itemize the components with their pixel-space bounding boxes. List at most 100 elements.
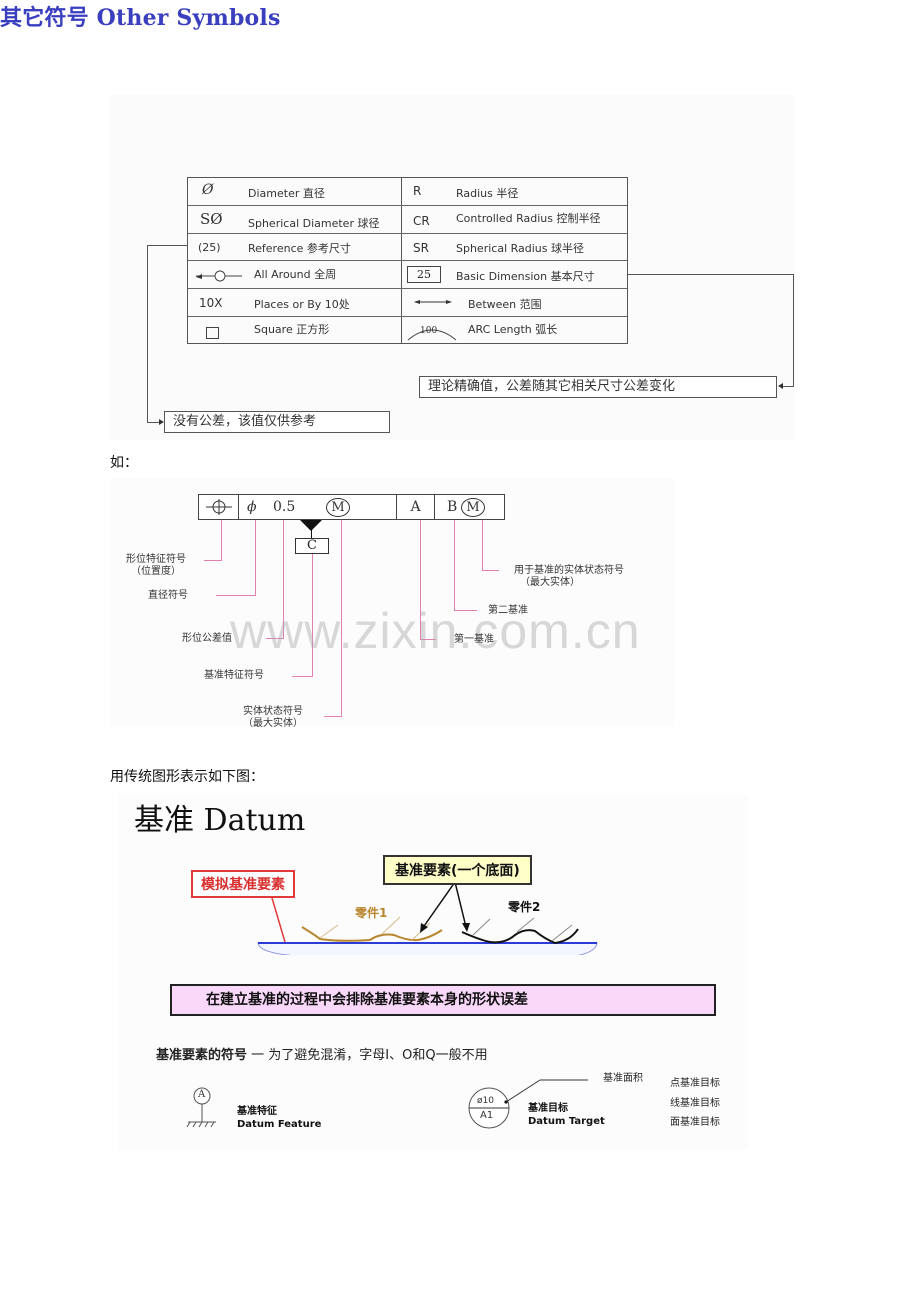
datum-leader	[311, 530, 312, 538]
diameter-symbol: Ø	[202, 182, 214, 198]
arrow-head-icon	[778, 383, 783, 389]
datum-target-label: 基准目标 Datum Target	[528, 1102, 605, 1128]
part2-profile	[461, 928, 579, 945]
watermark: www.zixin.com.cn	[230, 603, 641, 659]
label-subtext: （最大实体）	[520, 577, 580, 588]
label-en: Datum Target	[528, 1116, 605, 1127]
leader-line	[454, 520, 455, 611]
feature-arrow	[454, 881, 467, 928]
arrow-head	[420, 923, 428, 933]
spherical-radius-symbol: SR	[413, 240, 429, 255]
tolerance-value: 0.5	[273, 499, 296, 515]
symbol-label: ARC Length 弧长	[468, 323, 558, 336]
other-symbols-title: 其它符号 Other Symbols	[0, 5, 281, 31]
tolerance-cell: ϕ 0.5 M	[239, 495, 397, 519]
label-secondary-datum: 第二基准	[488, 605, 528, 616]
symbol-label: Places or By 10处	[254, 298, 350, 312]
symbol-label: Reference 参考尺寸	[248, 241, 351, 255]
connector-line	[793, 274, 794, 386]
leader-line	[221, 520, 222, 561]
datum-symbol-note: 基准要素的符号 一 为了避免混淆，字母I、O和Q一般不用	[156, 1044, 488, 1063]
table-row: SØ Spherical Diameter 球径 CR Controlled R…	[188, 206, 627, 234]
symbol-label: Basic Dimension 基本尺寸	[456, 270, 595, 284]
symbol-label: Spherical Radius 球半径	[456, 241, 585, 255]
basic-dimension-symbol: 25	[407, 266, 441, 284]
datum-banner: 在建立基准的过程中会排除基准要素本身的形状误差	[170, 984, 716, 1016]
datum-feature-box: C	[295, 538, 329, 554]
table-row: 10X Places or By 10处 Between 范围	[188, 289, 627, 317]
connector-line	[147, 245, 187, 246]
symbol-label: Square 正方形	[254, 323, 330, 336]
label-cn: 基准特征	[237, 1106, 277, 1117]
label-primary-datum: 第一基准	[454, 634, 494, 645]
datum-title: 基准 Datum	[134, 803, 306, 838]
leader-line	[216, 595, 256, 596]
table-row: All Around 全周 25 Basic Dimension 基本尺寸	[188, 261, 627, 290]
feature-arrow	[421, 881, 456, 930]
basic-dimension-note: 理论精确值，公差随其它相关尺寸公差变化	[419, 376, 777, 398]
symbol-label: Radius 半径	[456, 187, 519, 200]
label-text: 用于基准的实体状态符号	[514, 565, 624, 576]
connector-line	[782, 386, 794, 387]
symbol-label: Diameter 直径	[248, 187, 325, 200]
position-cell	[199, 495, 239, 519]
label-cn: 基准目标	[528, 1103, 568, 1114]
connector-line	[147, 245, 148, 423]
part2-label: 零件2	[508, 900, 541, 914]
datum-target-size: ø10	[477, 1096, 494, 1106]
hatch-line	[472, 918, 491, 936]
label-text: 形位特征符号	[126, 554, 186, 565]
connector-line	[628, 274, 794, 275]
spherical-diameter-symbol: SØ	[200, 209, 223, 228]
symbol-label: All Around 全周	[254, 268, 337, 282]
mmc-modifier-icon: M	[326, 498, 350, 517]
reference-symbol: (25)	[198, 240, 221, 254]
label-datum-feature: 基准特征符号	[204, 670, 264, 681]
arc-length-value: 100	[420, 326, 438, 336]
leader-line	[292, 676, 313, 677]
label-diameter: 直径符号	[148, 590, 188, 601]
simulated-datum-callout: 模拟基准要素	[191, 870, 295, 898]
target-type-area: 面基准目标	[670, 1117, 720, 1128]
leader-line	[482, 570, 499, 571]
label-subtext: （最大实体）	[243, 718, 303, 729]
datum-feature-callout: 基准要素(一个底面)	[383, 855, 532, 885]
leader-line	[482, 520, 483, 571]
target-type-line: 线基准目标	[670, 1098, 720, 1109]
symbol-label: Spherical Diameter 球径	[248, 216, 380, 230]
note-heading: 基准要素的符号	[156, 1048, 248, 1063]
table-row: Square 正方形 100 ARC Length 弧长	[188, 317, 627, 345]
datum-feature-label: 基准特征 Datum Feature	[237, 1105, 321, 1131]
leader-line	[255, 520, 256, 596]
places-symbol: 10X	[199, 296, 223, 311]
part1-label: 零件1	[355, 906, 388, 920]
symbol-label: Between 范围	[468, 298, 542, 312]
leader-line	[204, 560, 222, 561]
feature-control-frame: ϕ 0.5 M A B M	[198, 494, 505, 520]
reference-note: 没有公差，该值仅供参考	[164, 411, 390, 433]
table-row: (25) Reference 参考尺寸 SR Spherical Radius …	[188, 234, 627, 262]
diameter-symbol: ϕ	[247, 499, 257, 515]
datum-area-label: 基准面积	[603, 1073, 643, 1084]
mmc-modifier-icon: M	[461, 498, 485, 517]
symbol-label: Controlled Radius 控制半径	[456, 211, 601, 225]
datum-secondary-cell: B M	[435, 495, 504, 519]
target-type-point: 点基准目标	[670, 1078, 720, 1089]
between-arrow-icon	[414, 300, 452, 305]
leader-line	[324, 716, 342, 717]
datum-feature-letter: A	[198, 1089, 206, 1100]
label-en: Datum Feature	[237, 1119, 322, 1130]
datum-secondary: B	[447, 499, 458, 515]
label-subtext: （位置度）	[131, 566, 181, 577]
label-tolerance: 形位公差值	[182, 633, 232, 644]
label-text: 实体状态符号	[243, 706, 303, 717]
label-material: 实体状态符号 （最大实体）	[228, 706, 318, 730]
label-datum-material: 用于基准的实体状态符号 （最大实体）	[514, 565, 624, 589]
symbols-table: Ø Diameter 直径 R Radius 半径 SØ Spherical D…	[187, 177, 628, 344]
radius-symbol: R	[413, 184, 422, 198]
datum-primary: A	[397, 495, 435, 519]
all-around-icon	[196, 270, 242, 282]
label-characteristic: 形位特征符号 （位置度）	[114, 554, 198, 578]
position-icon	[206, 499, 232, 515]
datum-target-id: A1	[480, 1110, 494, 1121]
